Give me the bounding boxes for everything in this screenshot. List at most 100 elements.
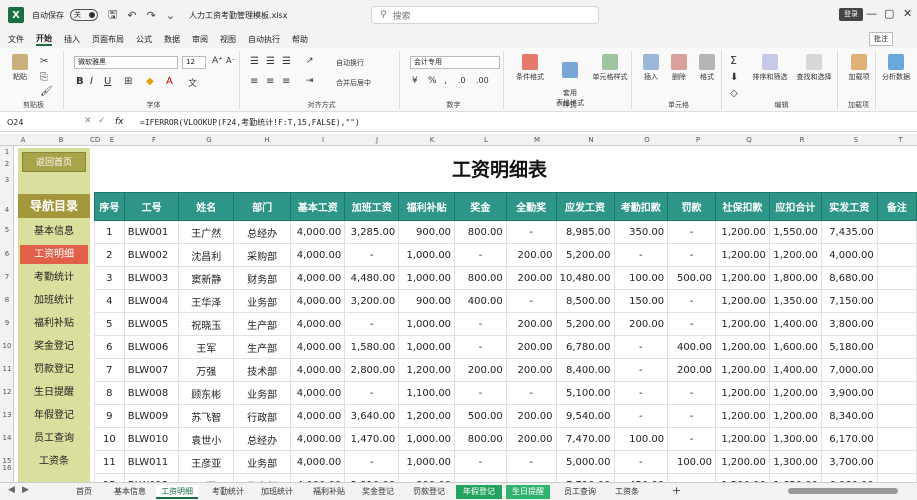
table-cell[interactable]: 1,000.00	[398, 450, 456, 474]
formula-input[interactable]: =IFERROR(VLOOKUP(F24,考勤统计!F:T,15,FALSE),…	[140, 117, 360, 128]
table-cell[interactable]: -	[344, 381, 400, 405]
table-cell[interactable]: 10	[94, 427, 125, 451]
table-cell[interactable]: 沈昌利	[178, 243, 234, 267]
table-cell[interactable]: -	[613, 243, 669, 267]
menu-tab-3[interactable]: 页面布局	[92, 34, 124, 45]
add-sheet-button[interactable]: +	[672, 484, 681, 497]
find-select-button[interactable]: 查找和选择	[792, 54, 836, 82]
table-cell[interactable]: 4,000.00	[290, 381, 346, 405]
table-cell[interactable]: 4	[94, 289, 125, 313]
table-cell[interactable]: 1,200.00	[714, 312, 770, 336]
table-cell[interactable]: 1,000.00	[398, 335, 456, 359]
percent-icon[interactable]: %	[428, 76, 437, 86]
phonetic-button[interactable]: 文	[188, 76, 197, 89]
table-cell[interactable]	[876, 427, 917, 451]
row-header[interactable]: 3	[0, 176, 14, 184]
column-header[interactable]: P	[674, 134, 722, 146]
nav-item[interactable]: 基本信息	[20, 222, 88, 241]
fill-color-icon[interactable]: ◆	[146, 76, 154, 87]
cell-styles-button[interactable]: 单元格样式	[588, 54, 632, 82]
currency-icon[interactable]: ¥	[412, 76, 418, 86]
column-header[interactable]: M	[512, 134, 562, 146]
table-cell[interactable]: 1,600.00	[768, 335, 822, 359]
table-cell[interactable]: -	[505, 381, 557, 405]
table-cell[interactable]: 1,200.00	[768, 404, 822, 428]
close-icon[interactable]: ✕	[903, 7, 912, 20]
column-header[interactable]: I	[296, 134, 350, 146]
enter-icon[interactable]: ✓	[98, 116, 106, 126]
table-cell[interactable]: 4,000.00	[820, 243, 878, 267]
table-cell[interactable]: -	[505, 289, 557, 313]
table-cell[interactable]: 窦新静	[178, 266, 234, 290]
table-cell[interactable]: 王广然	[178, 220, 234, 244]
table-cell[interactable]: -	[505, 220, 557, 244]
nav-item[interactable]: 加班统计	[20, 291, 88, 310]
row-header[interactable]: 4	[0, 206, 14, 214]
table-cell[interactable]: 200.00	[505, 335, 557, 359]
comment-button[interactable]: 批注	[869, 32, 893, 46]
table-cell[interactable]: -	[667, 312, 716, 336]
table-cell[interactable]	[876, 243, 917, 267]
sheet-tab[interactable]: 首页	[72, 485, 96, 499]
table-cell[interactable]: 4,000.00	[290, 404, 346, 428]
decrease-decimal-icon[interactable]: .00	[476, 76, 489, 85]
table-cell[interactable]: 200.00	[505, 312, 557, 336]
nav-item[interactable]: 生日提醒	[20, 383, 88, 402]
table-cell[interactable]: 200.00	[505, 266, 557, 290]
align-bottom-icon[interactable]: ☰	[282, 56, 291, 67]
table-cell[interactable]: 350.00	[613, 220, 669, 244]
table-cell[interactable]: 1,800.00	[768, 266, 822, 290]
table-cell[interactable]: 苏飞智	[178, 404, 234, 428]
menu-tab-9[interactable]: 帮助	[292, 34, 308, 45]
cut-icon[interactable]: ✂	[40, 56, 48, 67]
table-cell[interactable]: 800.00	[454, 427, 507, 451]
table-cell[interactable]: 8,340.00	[820, 404, 878, 428]
column-header[interactable]: G	[182, 134, 236, 146]
file-name[interactable]: 人力工资考勤管理模板.xlsx	[189, 10, 287, 21]
row-header[interactable]: 12	[0, 388, 14, 396]
grow-font-icon[interactable]: A⁺	[212, 56, 223, 66]
number-format-select[interactable]: 会计专用	[410, 56, 500, 69]
column-header[interactable]: B	[32, 134, 90, 146]
home-button[interactable]: 返回首页	[22, 152, 86, 172]
table-cell[interactable]: 7,000.00	[820, 358, 878, 382]
table-cell[interactable]: 400.00	[454, 289, 507, 313]
table-cell[interactable]: 4,000.00	[290, 335, 346, 359]
table-cell[interactable]: -	[344, 450, 400, 474]
table-cell[interactable]: BLW001	[123, 220, 180, 244]
table-cell[interactable]: 1,000.00	[398, 266, 456, 290]
sheet-tab[interactable]: 罚款登记	[406, 485, 452, 499]
table-cell[interactable]: -	[344, 243, 400, 267]
undo-icon[interactable]: ↶	[127, 9, 136, 22]
table-cell[interactable]: 8,500.00	[555, 289, 615, 313]
merge-center-button[interactable]: 合并后居中	[336, 78, 371, 88]
table-cell[interactable]: 4,000.00	[290, 289, 346, 313]
table-cell[interactable]: 行政部	[232, 404, 292, 428]
table-cell[interactable]: 200.00	[505, 404, 557, 428]
table-cell[interactable]	[876, 358, 917, 382]
table-cell[interactable]: 3,800.00	[820, 312, 878, 336]
format-cells-button[interactable]: 格式	[694, 54, 720, 82]
row-header[interactable]: 16	[0, 464, 14, 472]
table-cell[interactable]: 1,200.00	[714, 427, 770, 451]
table-cell[interactable]: 生产部	[232, 312, 292, 336]
nav-item[interactable]: 奖金登记	[20, 337, 88, 356]
align-center-icon[interactable]: ≡	[266, 76, 274, 87]
prev-sheet-icon[interactable]: ◀	[8, 485, 15, 495]
nav-item[interactable]: 工资条	[20, 452, 88, 471]
table-cell[interactable]: 祝晓玉	[178, 312, 234, 336]
cancel-icon[interactable]: ✕	[84, 116, 92, 126]
font-size-select[interactable]: 12	[182, 56, 206, 69]
sheet-tab[interactable]: 福利补贴	[306, 485, 352, 499]
table-cell[interactable]: -	[505, 450, 557, 474]
row-header[interactable]: 7	[0, 273, 14, 281]
column-header[interactable]: O	[620, 134, 674, 146]
table-cell[interactable]: 5,000.00	[555, 450, 615, 474]
table-cell[interactable]: 100.00	[667, 450, 716, 474]
table-cell[interactable]: 1,200.00	[714, 450, 770, 474]
delete-cells-button[interactable]: 删除	[666, 54, 692, 82]
table-cell[interactable]: 4,000.00	[290, 266, 346, 290]
table-cell[interactable]: 5,100.00	[555, 381, 615, 405]
table-cell[interactable]: 王华泽	[178, 289, 234, 313]
table-cell[interactable]: 4,000.00	[290, 450, 346, 474]
